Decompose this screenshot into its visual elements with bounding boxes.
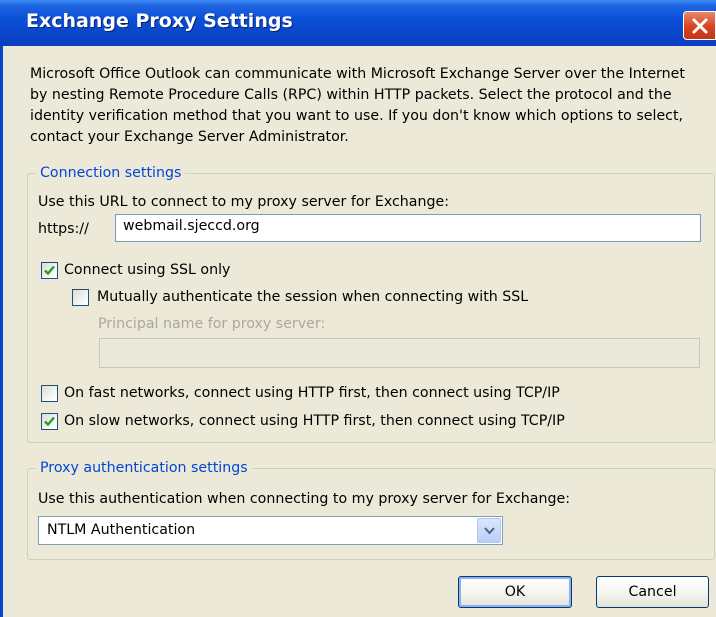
mutual-auth-label[interactable]: Mutually authenticate the session when c… xyxy=(97,288,528,306)
title-bar[interactable]: Exchange Proxy Settings xyxy=(0,0,716,46)
proxy-auth-legend: Proxy authentication settings xyxy=(36,459,252,477)
url-prefix: https:// xyxy=(38,221,89,237)
ok-button[interactable]: OK xyxy=(458,576,572,608)
proxy-url-input[interactable]: webmail.sjeccd.org xyxy=(115,214,701,242)
close-button[interactable] xyxy=(683,11,716,40)
auth-method-dropdown-button[interactable] xyxy=(477,518,501,543)
cancel-button[interactable]: Cancel xyxy=(596,576,709,608)
proxy-auth-group: Proxy authentication settings xyxy=(27,459,715,560)
window-title: Exchange Proxy Settings xyxy=(26,10,293,32)
ssl-only-label[interactable]: Connect using SSL only xyxy=(64,261,230,279)
slow-network-checkbox[interactable] xyxy=(41,413,58,430)
principal-name-label: Principal name for proxy server: xyxy=(98,316,326,332)
window-frame-left xyxy=(0,46,3,617)
connection-settings-legend: Connection settings xyxy=(36,164,186,182)
url-label: Use this URL to connect to my proxy serv… xyxy=(38,194,449,210)
close-icon xyxy=(692,18,708,34)
auth-method-value: NTLM Authentication xyxy=(47,522,196,538)
mutual-auth-checkbox[interactable] xyxy=(72,289,89,306)
principal-name-input[interactable] xyxy=(99,338,700,368)
fast-network-checkbox[interactable] xyxy=(41,385,58,402)
checkmark-icon xyxy=(44,265,55,276)
intro-text: Microsoft Office Outlook can communicate… xyxy=(30,66,685,145)
fast-network-label[interactable]: On fast networks, connect using HTTP fir… xyxy=(64,384,560,402)
auth-method-select[interactable]: NTLM Authentication xyxy=(38,516,503,545)
ssl-only-checkbox[interactable] xyxy=(41,262,58,279)
auth-method-label: Use this authentication when connecting … xyxy=(38,491,570,507)
chevron-down-icon xyxy=(484,527,495,535)
checkmark-icon xyxy=(44,416,55,427)
slow-network-label[interactable]: On slow networks, connect using HTTP fir… xyxy=(64,412,565,430)
